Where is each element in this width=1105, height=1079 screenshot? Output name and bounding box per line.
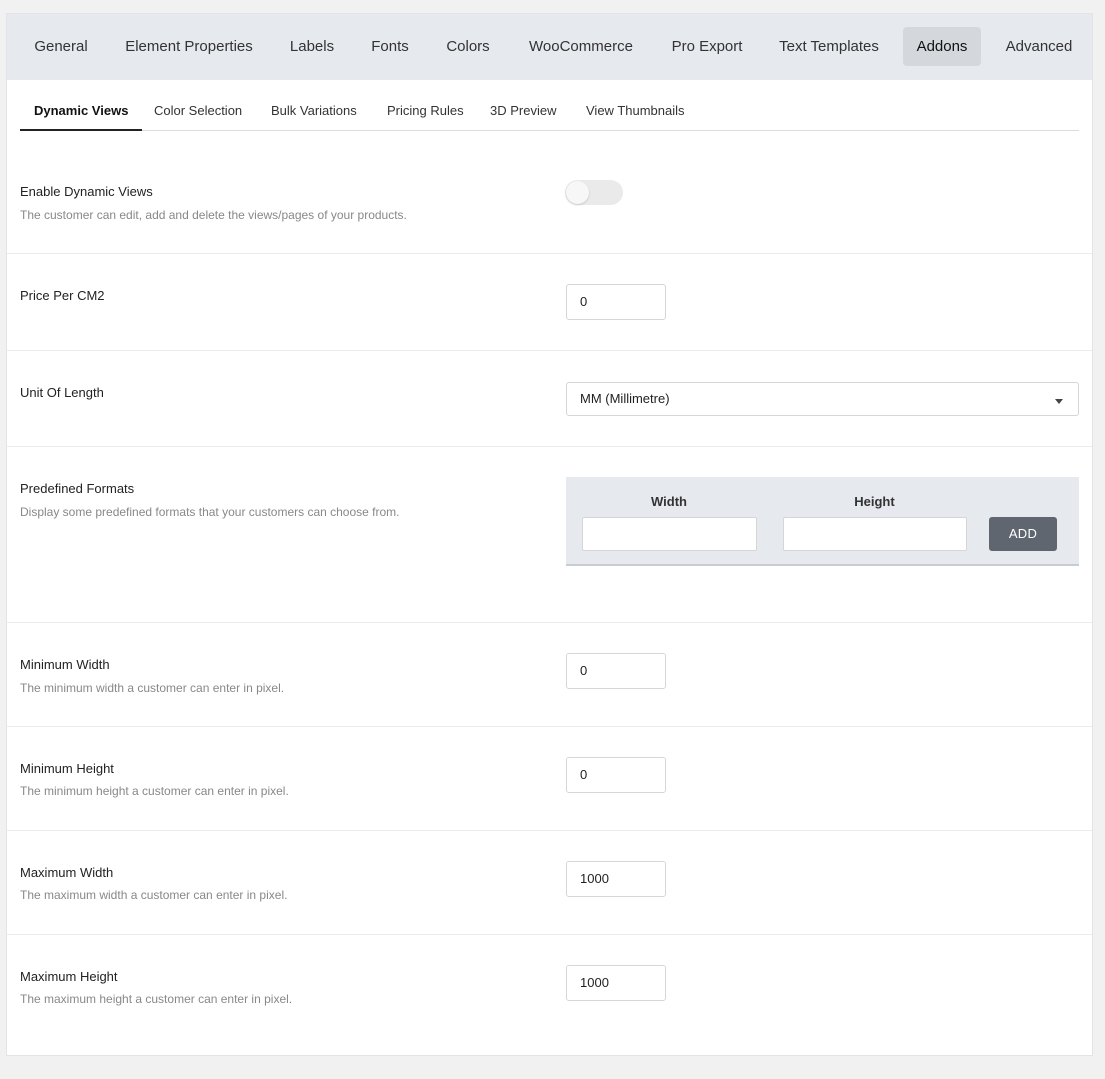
maximum-width-description: The maximum width a customer can enter i…	[20, 888, 288, 902]
maximum-height-description: The maximum height a customer can enter …	[20, 992, 293, 1006]
main-tab-bar: General Element Properties Labels Fonts …	[7, 14, 1092, 80]
add-format-button[interactable]: ADD	[989, 517, 1057, 551]
settings-panel: General Element Properties Labels Fonts …	[6, 13, 1093, 1056]
enable-dynamic-views-label: Enable Dynamic Views	[20, 184, 153, 199]
maximum-width-label: Maximum Width	[20, 865, 114, 880]
setting-row-maximum-width	[7, 831, 1092, 935]
tab-pro-export[interactable]: Pro Export	[659, 27, 755, 66]
minimum-width-input[interactable]: 0	[566, 653, 666, 689]
minimum-height-input[interactable]: 0	[566, 757, 666, 793]
subtab-bulk-variations[interactable]: Bulk Variations	[271, 94, 357, 131]
setting-row-minimum-width	[7, 623, 1092, 727]
maximum-height-label: Maximum Height	[20, 969, 118, 984]
tab-colors[interactable]: Colors	[433, 27, 503, 66]
setting-row-enable-dynamic-views	[7, 148, 1092, 254]
tab-general[interactable]: General	[21, 27, 101, 66]
enable-dynamic-views-toggle[interactable]	[565, 180, 623, 205]
predefined-formats-label: Predefined Formats	[20, 481, 135, 496]
unit-of-length-label: Unit Of Length	[20, 385, 104, 400]
toggle-knob	[566, 181, 589, 204]
minimum-width-label: Minimum Width	[20, 657, 110, 672]
maximum-width-input[interactable]: 1000	[566, 861, 666, 897]
minimum-height-description: The minimum height a customer can enter …	[20, 784, 289, 798]
tab-addons[interactable]: Addons	[903, 27, 981, 66]
minimum-width-description: The minimum width a customer can enter i…	[20, 681, 285, 695]
sub-tab-bar: Dynamic Views Color Selection Bulk Varia…	[20, 94, 1079, 131]
predefined-formats-description: Display some predefined formats that you…	[20, 505, 400, 519]
unit-of-length-value: MM (Millimetre)	[580, 391, 670, 406]
tab-text-templates[interactable]: Text Templates	[765, 27, 893, 66]
tab-labels[interactable]: Labels	[277, 27, 347, 66]
tab-advanced[interactable]: Advanced	[991, 27, 1087, 66]
tab-fonts[interactable]: Fonts	[357, 27, 423, 66]
enable-dynamic-views-description: The customer can edit, add and delete th…	[20, 208, 407, 222]
format-height-input[interactable]	[783, 517, 967, 551]
tab-woocommerce[interactable]: WooCommerce	[513, 27, 649, 66]
minimum-height-label: Minimum Height	[20, 761, 114, 776]
maximum-height-input[interactable]: 1000	[566, 965, 666, 1001]
tab-element-properties[interactable]: Element Properties	[111, 27, 267, 66]
chevron-down-icon	[1055, 399, 1063, 404]
subtab-color-selection[interactable]: Color Selection	[154, 94, 242, 131]
price-per-cm2-input[interactable]: 0	[566, 284, 666, 320]
width-column-header: Width	[651, 494, 687, 509]
predefined-formats-editor: Width Height ADD	[566, 477, 1079, 566]
unit-of-length-select[interactable]: MM (Millimetre)	[566, 382, 1079, 416]
price-per-cm2-label: Price Per CM2	[20, 288, 105, 303]
height-column-header: Height	[854, 494, 895, 509]
format-width-input[interactable]	[582, 517, 757, 551]
subtab-3d-preview[interactable]: 3D Preview	[490, 94, 556, 131]
subtab-pricing-rules[interactable]: Pricing Rules	[387, 94, 464, 131]
setting-row-minimum-height	[7, 727, 1092, 831]
subtab-view-thumbnails[interactable]: View Thumbnails	[586, 94, 685, 131]
setting-row-price-per-cm2	[7, 254, 1092, 351]
subtab-dynamic-views[interactable]: Dynamic Views	[20, 94, 143, 131]
